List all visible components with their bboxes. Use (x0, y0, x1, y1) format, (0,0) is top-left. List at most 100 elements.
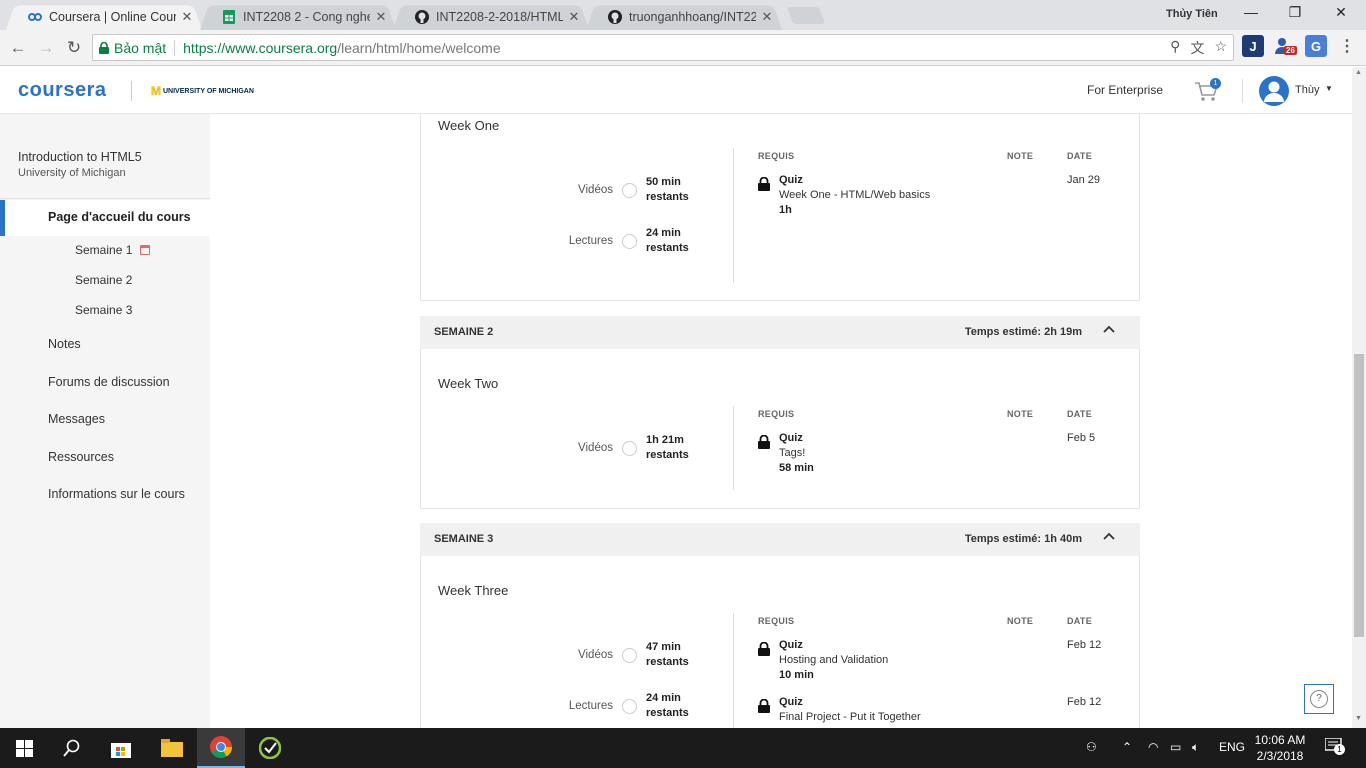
partner-name: UNIVERSITY OF MICHIGAN (163, 87, 254, 95)
notification-count: 1 (1334, 744, 1345, 755)
windows-start-icon[interactable] (0, 728, 48, 768)
col-date: DATE (1067, 409, 1093, 419)
back-icon[interactable]: ← (7, 37, 29, 59)
requirement-name[interactable]: Week One - HTML/Web basics (779, 189, 930, 201)
search-icon[interactable]: ⚲ (1170, 38, 1180, 58)
people-icon[interactable]: ⚇ (1086, 740, 1097, 754)
stat-label-lectures: Lectures (568, 700, 613, 712)
coursera-logo[interactable]: coursera (18, 79, 107, 102)
address-bar[interactable]: Bảo mật https://www.coursera.org/learn/h… (92, 34, 1234, 61)
requirement-date: Feb 12 (1067, 639, 1102, 651)
chevron-up-icon[interactable] (1102, 322, 1116, 336)
requirement-date: Jan 29 (1067, 174, 1101, 186)
tab-title: Coursera | Online Course (49, 9, 176, 24)
user-name[interactable]: Thùy (1295, 84, 1319, 96)
sidebar-item-week-3[interactable]: Semaine 3 (75, 303, 132, 317)
notification-icon[interactable]: 1 (1324, 737, 1345, 757)
github-icon (608, 9, 622, 24)
col-note: NOTE (1007, 616, 1034, 626)
sidebar-item-resources[interactable]: Ressources (48, 450, 114, 464)
tab-github-html5[interactable]: INT2208-2-2018/HTML5 ✕ (393, 3, 589, 30)
col-date: DATE (1067, 151, 1093, 161)
minimize-icon[interactable]: — (1240, 4, 1262, 24)
sidebar-item-week-2[interactable]: Semaine 2 (75, 273, 132, 287)
tab-title: truonganhhoang/INT220 (629, 9, 756, 24)
app-icon[interactable] (246, 728, 294, 768)
translate-icon[interactable]: 文 (1190, 38, 1204, 58)
store-icon[interactable] (97, 728, 145, 768)
volume-icon[interactable]: 🔈︎ (1192, 740, 1199, 755)
help-button[interactable]: ? (1304, 684, 1334, 714)
lock-icon (758, 435, 770, 449)
tab-title: INT2208-2-2018/HTML5 (436, 9, 563, 24)
week-label: SEMAINE 3 (434, 533, 494, 545)
for-enterprise-link[interactable]: For Enterprise (1087, 83, 1163, 97)
sheets-icon (222, 9, 236, 24)
chrome-icon[interactable] (197, 728, 245, 768)
chevron-up-icon[interactable]: ⌃ (1122, 740, 1132, 754)
new-tab-button[interactable] (786, 7, 826, 24)
chevron-up-icon[interactable] (1102, 529, 1116, 543)
col-requis: REQUIS (758, 151, 795, 161)
week-2-card (420, 349, 1140, 509)
progress-circle (622, 648, 637, 663)
sidebar-item-week-1[interactable]: Semaine 1 (75, 243, 151, 257)
sidebar-item-label: Semaine 1 (75, 243, 133, 257)
tab-coursera[interactable]: Coursera | Online Course ✕ (6, 3, 202, 30)
page-scrollbar[interactable]: ▲ ▼ (1352, 67, 1366, 728)
bookmark-star-icon[interactable]: ☆ (1214, 38, 1227, 58)
week-2-header[interactable]: SEMAINE 2 Temps estimé: 2h 19m (420, 316, 1140, 349)
chevron-down-icon[interactable]: ▼ (1325, 84, 1333, 93)
extension-people-icon[interactable]: 26 (1274, 35, 1297, 57)
tab-close-icon[interactable]: ✕ (180, 9, 194, 25)
extension-badge: 26 (1284, 46, 1297, 55)
search-icon[interactable] (48, 728, 96, 768)
requirement-date: Feb 12 (1067, 696, 1102, 708)
week-3-header[interactable]: SEMAINE 3 Temps estimé: 1h 40m (420, 523, 1140, 556)
requirement-name[interactable]: Hosting and Validation (779, 654, 888, 666)
requirement-name[interactable]: Tags! (779, 447, 805, 459)
battery-icon[interactable]: ▭ (1170, 740, 1181, 754)
week-title: Week Three (438, 583, 509, 598)
forward-icon[interactable]: → (35, 37, 57, 59)
system-clock[interactable]: 10:06 AM 2/3/2018 (1250, 732, 1310, 764)
sidebar-item-forums[interactable]: Forums de discussion (48, 375, 170, 389)
clock-date: 2/3/2018 (1256, 749, 1304, 763)
scroll-thumb[interactable] (1354, 354, 1364, 637)
tab-github-repo[interactable]: truonganhhoang/INT220 ✕ (586, 3, 782, 30)
restore-icon[interactable]: ❐ (1284, 4, 1306, 24)
tab-sheets[interactable]: INT2208 2 - Cong nghe p ✕ (200, 3, 396, 30)
sidebar-item-notes[interactable]: Notes (48, 337, 81, 351)
tab-close-icon[interactable]: ✕ (760, 9, 774, 25)
sidebar-item-home[interactable]: Page d'accueil du cours (0, 200, 210, 236)
sidebar-item-messages[interactable]: Messages (48, 412, 105, 426)
column-divider (733, 406, 734, 490)
browser-profile-name[interactable]: Thủy Tiên (1166, 8, 1218, 20)
umich-logo[interactable]: M UNIVERSITY OF MICHIGAN (151, 84, 254, 98)
requirement-date: Feb 5 (1067, 432, 1096, 444)
cart-badge: 1 (1210, 78, 1221, 89)
reload-icon[interactable]: ↻ (63, 37, 85, 59)
scroll-up-icon[interactable]: ▲ (1355, 69, 1362, 76)
extension-translate-icon[interactable]: G (1305, 35, 1327, 57)
requirement-name[interactable]: Final Project - Put it Together (779, 711, 921, 723)
scroll-down-icon[interactable]: ▼ (1355, 715, 1362, 722)
requirement-time: 58 min (779, 462, 814, 474)
week-estimate: Temps estimé: 1h 40m (964, 533, 1082, 545)
extension-j-icon[interactable]: J (1242, 35, 1264, 57)
col-requis: REQUIS (758, 616, 795, 626)
tab-close-icon[interactable]: ✕ (374, 9, 388, 25)
menu-icon[interactable]: ⋮ (1336, 35, 1358, 57)
requirement-time: 1h (779, 204, 792, 216)
progress-circle (622, 699, 637, 714)
secure-indicator[interactable]: Bảo mật (99, 39, 176, 56)
tab-close-icon[interactable]: ✕ (567, 9, 581, 25)
file-explorer-icon[interactable] (148, 728, 196, 768)
course-title[interactable]: Introduction to HTML5 (18, 150, 142, 164)
close-window-icon[interactable]: ✕ (1330, 4, 1352, 24)
language-indicator[interactable]: ENG (1219, 740, 1245, 754)
sidebar-item-course-info[interactable]: Informations sur le cours (48, 487, 185, 501)
windows-taskbar: ⚇ ⌃ ◠ ▭ 🔈︎ ENG 10:06 AM 2/3/2018 1 (0, 728, 1366, 768)
wifi-icon[interactable]: ◠ (1148, 740, 1158, 754)
avatar[interactable] (1259, 76, 1289, 106)
